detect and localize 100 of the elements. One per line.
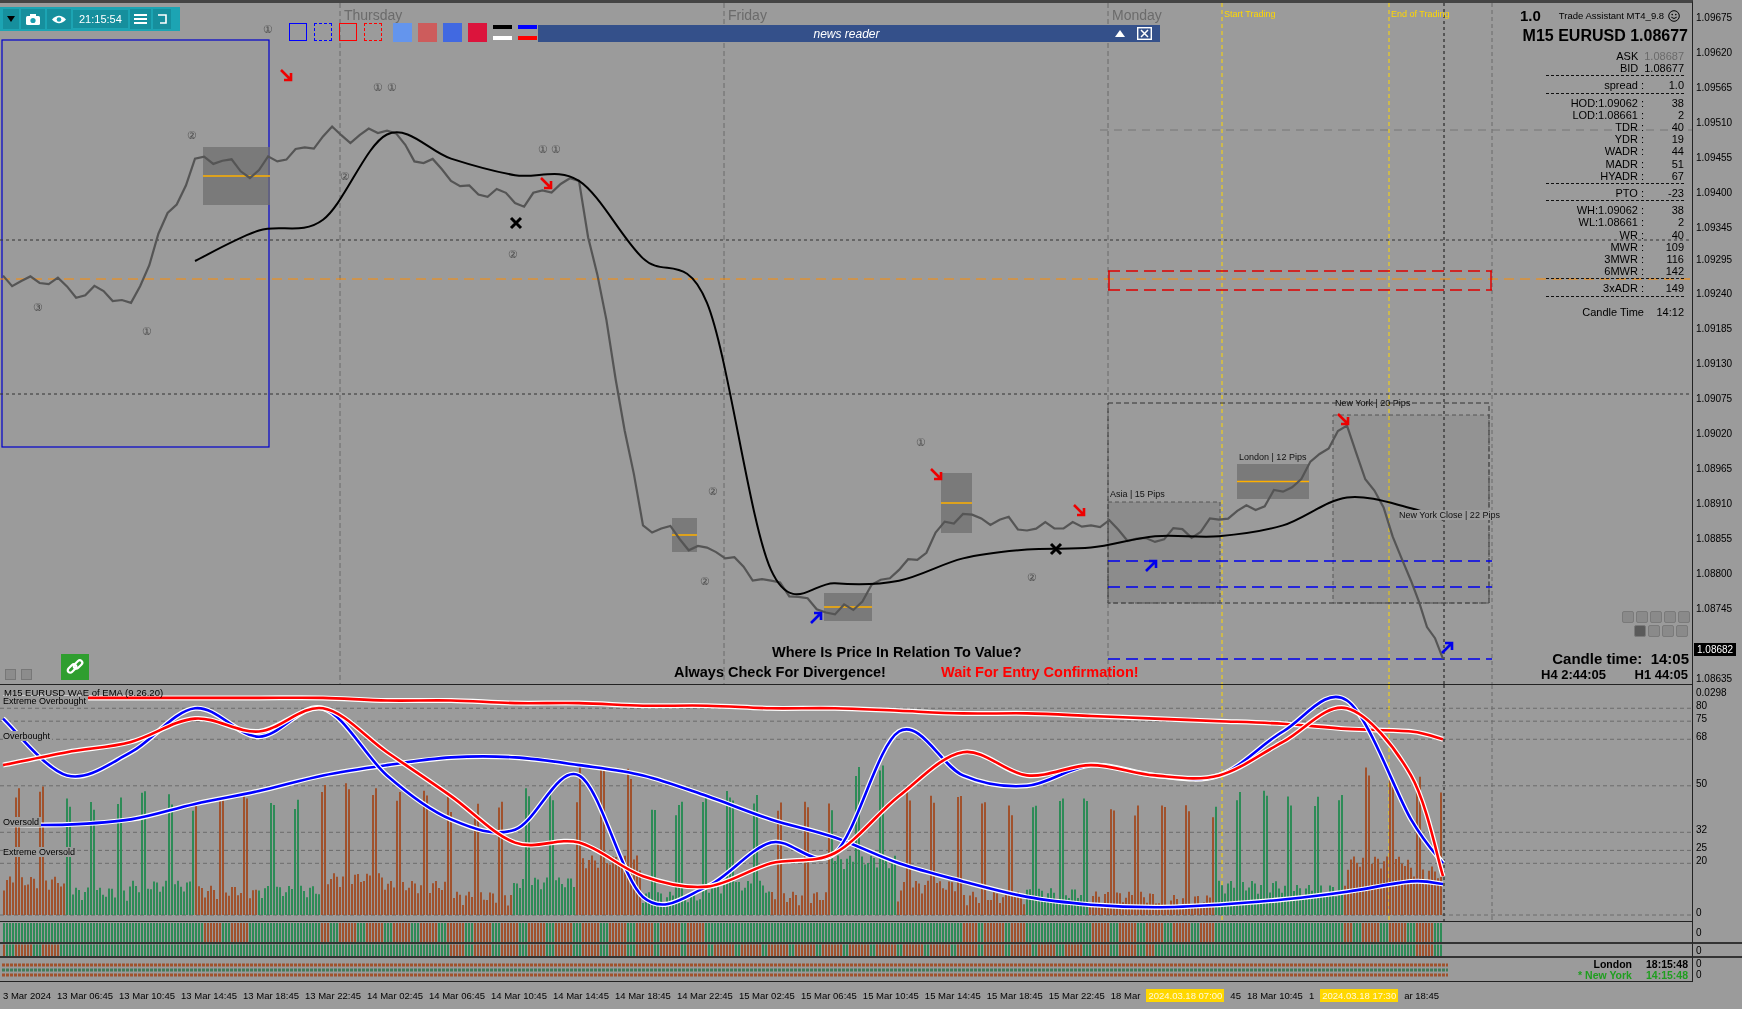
time-tick: 18 Mar 10:45 xyxy=(1246,990,1303,1001)
wave-count-label: ② xyxy=(340,170,350,183)
stat-label: MADR : xyxy=(1604,157,1645,170)
window-icon[interactable] xyxy=(152,9,171,29)
stat-value: 2 xyxy=(1676,216,1684,229)
value-area-box xyxy=(823,593,873,621)
clock-time: 21:15:54 xyxy=(73,10,128,28)
price-tick: 1.08635 xyxy=(1696,673,1733,684)
city-time: 14:15:48 xyxy=(1645,970,1688,981)
stat-value: -23 xyxy=(1667,187,1684,200)
price-tick: 1.08965 xyxy=(1696,463,1733,475)
stat-label: ASK xyxy=(1615,50,1640,63)
stat-value: 38 xyxy=(1670,96,1684,109)
color-swatch[interactable] xyxy=(443,23,462,42)
stat-value: 1.08677 xyxy=(1644,62,1684,75)
color-swatch[interactable] xyxy=(418,23,437,42)
panel-toggle-button[interactable] xyxy=(1676,625,1688,637)
session-label: New York | 20 Pips xyxy=(1335,398,1411,408)
line-swatch[interactable] xyxy=(493,36,512,40)
stat-value: 109 xyxy=(1664,240,1684,254)
level-label: Oversold xyxy=(3,817,41,827)
price-tick: 1.09345 xyxy=(1696,221,1733,233)
panel-toggle-button[interactable] xyxy=(1634,625,1646,637)
panel-toggle-button[interactable] xyxy=(1664,611,1676,623)
time-tick: 13 Mar 06:45 xyxy=(57,990,114,1001)
price-tick: 1.09130 xyxy=(1696,358,1733,370)
price-tick: 1.09510 xyxy=(1696,116,1733,128)
price-tick: 1.09185 xyxy=(1696,323,1733,335)
down-arrow-icon xyxy=(929,467,943,481)
time-tick: 45 xyxy=(1230,990,1241,1001)
outline-swatch[interactable] xyxy=(339,23,357,41)
color-swatch[interactable] xyxy=(393,23,412,42)
close-icon[interactable] xyxy=(1137,27,1152,40)
outline-swatch[interactable] xyxy=(314,23,332,41)
wave-count-label: ① xyxy=(551,143,561,156)
candle-time: Candle time: 14:05 xyxy=(1552,651,1689,667)
wave-count-label: ② xyxy=(187,129,197,142)
link-icon[interactable] xyxy=(61,654,89,680)
panel-toggle-button[interactable] xyxy=(1636,611,1648,623)
stat-value: 19 xyxy=(1670,133,1684,146)
indicator-title: M15 EURUSD WAE of EMA (9.26.20) xyxy=(4,687,164,698)
panel-toggle-button[interactable] xyxy=(1622,611,1634,623)
collapse-icon[interactable] xyxy=(1115,30,1125,37)
line-swatch[interactable] xyxy=(518,25,537,29)
wave-count-label: ② xyxy=(700,575,710,588)
level-label: Extreme Oversold xyxy=(3,847,78,857)
price-tick: 1.09675 xyxy=(1696,12,1733,23)
price-tick: 1.09455 xyxy=(1696,151,1733,163)
up-arrow-icon xyxy=(1440,641,1454,655)
news-reader-bar[interactable]: news reader xyxy=(538,25,1160,42)
stat-label: MWR : xyxy=(1609,240,1645,254)
price-tick: 1.09075 xyxy=(1696,393,1733,405)
down-arrow-icon xyxy=(1336,412,1350,426)
menu-caret-icon[interactable] xyxy=(3,9,19,29)
panel-toggle-button[interactable] xyxy=(1648,625,1660,637)
stat-value: 51 xyxy=(1670,157,1684,170)
eye-icon[interactable] xyxy=(47,9,71,29)
price-tick: 1.08855 xyxy=(1696,533,1733,545)
wave-count-label: ① xyxy=(373,81,383,94)
session-label: London | 12 Pips xyxy=(1239,452,1307,462)
panel-toggle-button[interactable] xyxy=(1650,611,1662,623)
stat-value: 142 xyxy=(1664,265,1684,278)
city-label: London xyxy=(1593,959,1632,970)
line-swatch[interactable] xyxy=(493,25,512,29)
line-swatch[interactable] xyxy=(518,36,537,40)
time-tick: 15 Mar 10:45 xyxy=(862,990,919,1001)
stat-label: HOD:1.09062 : xyxy=(1569,96,1645,109)
panel-toggle-button[interactable] xyxy=(1662,625,1674,637)
time-tick: 1 xyxy=(1308,990,1315,1001)
stat-value: 2 xyxy=(1676,108,1684,121)
price-tick: 1.09240 xyxy=(1696,288,1733,300)
stat-value: 14:12 xyxy=(1655,305,1684,318)
indicator-tick: 80 xyxy=(1696,700,1708,712)
wave-count-label: ③ xyxy=(33,301,43,314)
outline-swatch[interactable] xyxy=(289,23,307,41)
menu-icon[interactable] xyxy=(129,9,151,29)
wave-count-label: ① xyxy=(142,325,152,338)
chart-message: Always Check For Divergence! xyxy=(674,664,886,680)
outline-swatch[interactable] xyxy=(364,23,382,41)
price-tick: 1.09295 xyxy=(1696,253,1733,265)
small-square-button[interactable] xyxy=(21,669,32,680)
stat-label: LOD:1.08661 : xyxy=(1571,108,1645,121)
indicator-scale-value: 0.0298 xyxy=(1696,687,1727,698)
stat-label: WL:1.08661 : xyxy=(1577,216,1645,229)
camera-icon[interactable] xyxy=(21,9,45,29)
time-tick: 14 Mar 10:45 xyxy=(490,990,547,1001)
panel-toggle-button[interactable] xyxy=(1678,611,1690,623)
down-arrow-icon xyxy=(1072,503,1086,517)
chart-message: Wait For Entry Confirmation! xyxy=(941,664,1139,680)
cross-icon xyxy=(509,216,523,230)
wave-count-label: ② xyxy=(1027,571,1037,584)
color-swatch[interactable] xyxy=(468,23,487,42)
indicator-tick: 50 xyxy=(1696,777,1708,789)
small-square-button[interactable] xyxy=(5,669,16,680)
session-line-label: Start Trading xyxy=(1224,9,1276,19)
session-label: Asia | 15 Pips xyxy=(1110,489,1165,499)
wave-count-label: ① xyxy=(387,81,397,94)
session-time-marker: 2024.03.18 17:30 xyxy=(1320,989,1399,1002)
stat-label: 3xADR : xyxy=(1602,282,1645,295)
stat-label: TDR : xyxy=(1614,121,1645,134)
